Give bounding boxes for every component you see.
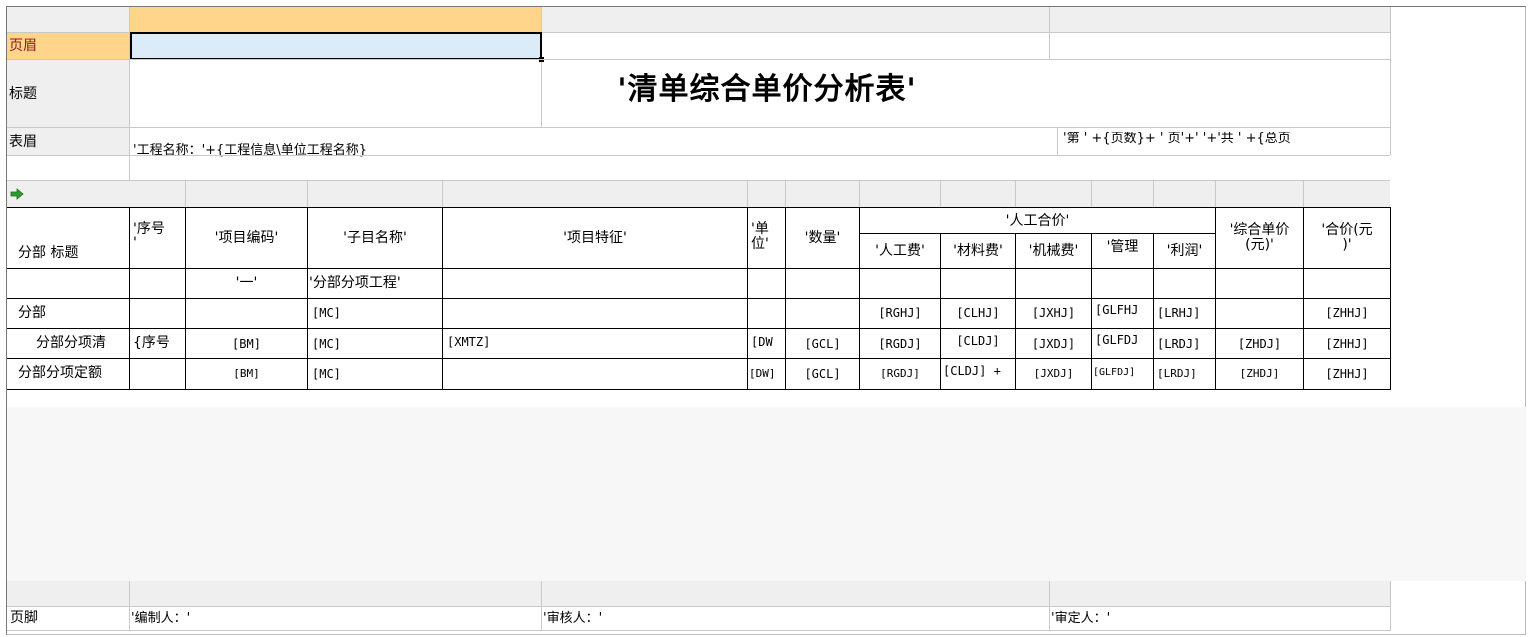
dept-row-profit[interactable]: [LRHJ] xyxy=(1157,307,1200,319)
quota-row-code[interactable]: [BM] xyxy=(186,368,307,379)
row-label-detail-dept: 分部 标题 xyxy=(18,245,79,261)
col-header-machine[interactable]: '机械费' xyxy=(1016,244,1091,258)
item-row-feature[interactable]: [XMTZ] xyxy=(447,336,490,348)
col-header-seq[interactable]: '序号 ' xyxy=(133,222,165,250)
row-label-title: 标题 xyxy=(9,86,37,102)
row-label-item: 分部分项清 xyxy=(36,335,106,351)
dept-row-machine[interactable]: [JXHJ] xyxy=(1016,307,1091,319)
quota-row-material[interactable]: [CLDJ] + xyxy=(943,365,1001,377)
item-row-unit[interactable]: [DW xyxy=(751,336,773,348)
item-row-total[interactable]: [ZHHJ] xyxy=(1304,338,1390,350)
dept-row-manage[interactable]: [GLFHJ xyxy=(1095,304,1138,316)
selected-cell[interactable] xyxy=(130,32,542,60)
row-label-dept: 分部 xyxy=(18,305,46,321)
col-header-feature[interactable]: '项目特征' xyxy=(443,231,747,245)
col-header-profit[interactable]: '利润' xyxy=(1154,244,1215,258)
item-row-seq[interactable]: {序号 xyxy=(133,336,170,350)
col-header-labor[interactable]: '人工费' xyxy=(860,244,940,258)
item-row-code[interactable]: [BM] xyxy=(186,338,307,350)
detail-column-header-bar xyxy=(7,181,1390,207)
dept-row-labor[interactable]: [RGHJ] xyxy=(860,307,940,319)
empty-band-area xyxy=(7,407,1526,581)
footer-column-header-bar xyxy=(7,581,1390,606)
item-row-qty[interactable]: [GCL] xyxy=(786,338,859,350)
col-header-qty[interactable]: '数量' xyxy=(786,231,859,245)
col-header-material[interactable]: '材料费' xyxy=(941,244,1015,258)
quota-row-manage[interactable]: [GLFDJ] xyxy=(1093,368,1135,378)
quota-row-labor[interactable]: [RGDJ] xyxy=(860,368,940,379)
col-header-labor-group[interactable]: '人工合价' xyxy=(860,214,1215,228)
item-row-material[interactable]: [CLDJ] xyxy=(941,335,1015,347)
page-info-field[interactable]: '第 ' +{页数}+ ' 页'+' '+'共 ' +{总页 xyxy=(1063,132,1389,145)
item-row-profit[interactable]: [LRDJ] xyxy=(1157,338,1200,350)
green-arrow-right-icon xyxy=(10,188,24,200)
col-header-manage[interactable]: '管理 xyxy=(1092,240,1153,254)
col-header-unit-price[interactable]: '综合单价 (元)' xyxy=(1216,223,1303,253)
quota-row-unit[interactable]: [DW] xyxy=(749,368,776,379)
row-label-header-text: 页眉 xyxy=(9,38,37,54)
item-row-manage[interactable]: [GLFDJ xyxy=(1095,334,1138,346)
quota-row-machine[interactable]: [JXDJ] xyxy=(1016,368,1091,379)
row-label-footer: 页脚 xyxy=(10,610,38,626)
sub-row-code[interactable]: '一' xyxy=(186,276,307,290)
item-row-unit-price[interactable]: [ZHDJ] xyxy=(1216,338,1303,350)
row-label-quota: 分部分项定额 xyxy=(18,365,102,381)
selected-column-header[interactable] xyxy=(129,7,541,32)
item-row-name[interactable]: [MC] xyxy=(312,338,341,350)
dept-row-name[interactable]: [MC] xyxy=(312,307,341,319)
footer-approver[interactable]: '审定人：' xyxy=(1051,612,1110,625)
dept-row-material[interactable]: [CLHJ] xyxy=(941,307,1015,319)
footer-preparer[interactable]: '编制人：' xyxy=(131,612,190,625)
col-header-name[interactable]: '子目名称' xyxy=(308,231,442,245)
report-title[interactable]: '清单综合单价分析表' xyxy=(567,75,967,105)
report-designer-canvas: 页眉 标题 '清单综合单价分析表' 表眉 '工程名称：'+{工程信息\单位工程名… xyxy=(6,6,1526,635)
col-header-total[interactable]: '合价(元 )' xyxy=(1304,223,1390,253)
item-row-machine[interactable]: [JXDJ] xyxy=(1016,338,1091,350)
quota-row-qty[interactable]: [GCL] xyxy=(786,368,859,380)
item-row-labor[interactable]: [RGDJ] xyxy=(860,338,940,350)
col-header-unit[interactable]: '单 位' xyxy=(751,221,769,253)
dept-row-total[interactable]: [ZHHJ] xyxy=(1304,307,1390,319)
row-label-table-header: 表眉 xyxy=(9,134,37,150)
quota-row-profit[interactable]: [LRDJ] xyxy=(1157,368,1197,379)
sub-row-name[interactable]: '分部分项工程' xyxy=(309,276,401,290)
quota-row-name[interactable]: [MC] xyxy=(312,368,341,380)
footer-reviewer[interactable]: '审核人：' xyxy=(543,612,602,625)
col-header-code[interactable]: '项目编码' xyxy=(186,231,307,245)
quota-row-unit-price[interactable]: [ZHDJ] xyxy=(1216,368,1303,379)
quota-row-total[interactable]: [ZHHJ] xyxy=(1304,368,1390,380)
